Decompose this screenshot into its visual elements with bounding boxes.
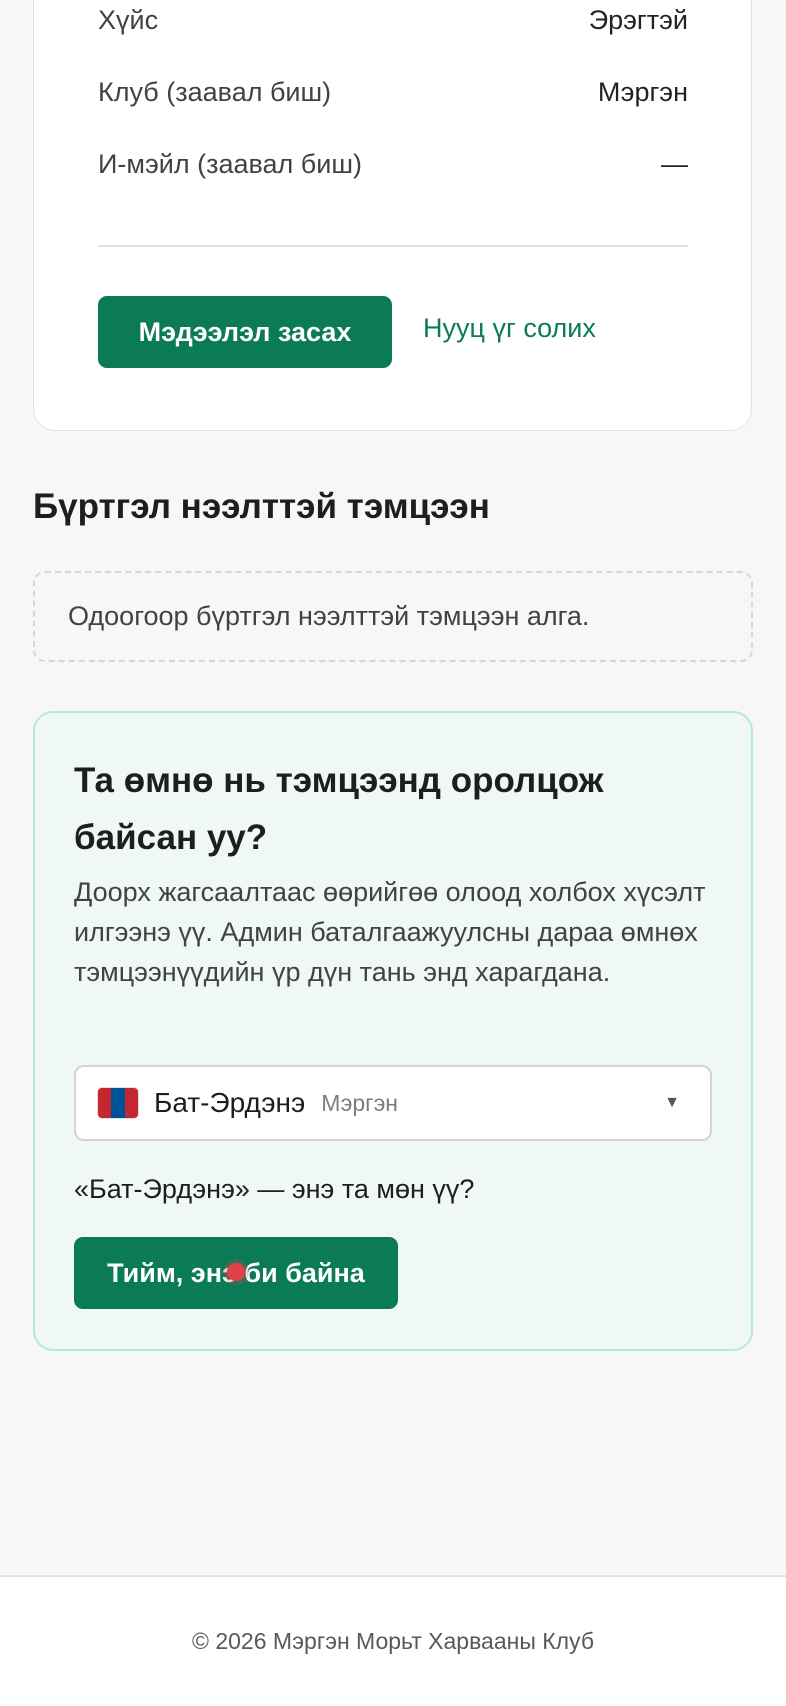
footer: © 2026 Мэргэн Морьт Харвааны Клуб xyxy=(0,1575,786,1706)
empty-text: Одоогоор бүртгэл нээлттэй тэмцээн алга. xyxy=(68,601,590,631)
profile-row-gender: Хүйс Эрэгтэй xyxy=(98,0,688,40)
row-label: И-мэйл (заавал биш) xyxy=(98,148,362,179)
change-password-link[interactable]: Нууц үг солих xyxy=(423,313,596,344)
chevron-down-icon: ▼ xyxy=(664,1094,680,1111)
row-label: Хүйс xyxy=(98,4,159,35)
empty-registrations-notice: Одоогоор бүртгэл нээлттэй тэмцээн алга. xyxy=(33,571,753,662)
mongolia-flag-icon xyxy=(98,1088,138,1118)
claim-title: Та өмнө нь тэмцээнд оролцож байсан уу? xyxy=(74,761,604,857)
confirm-question: «Бат-Эрдэнэ» — энэ та мөн үү? xyxy=(74,1174,475,1204)
selected-archer-name: Бат-Эрдэнэ xyxy=(154,1087,306,1118)
row-value: Мэргэн xyxy=(597,76,688,107)
edit-profile-button[interactable]: Мэдээлэл засах xyxy=(98,296,392,368)
footer-copyright: © 2026 Мэргэн Морьт Харвааны Клуб xyxy=(191,1628,594,1654)
row-value: — xyxy=(661,148,688,179)
cursor-indicator xyxy=(227,1263,245,1281)
open-registrations-heading: Бүртгэл нээлттэй тэмцээн xyxy=(33,487,490,526)
selected-archer-club: Мэргэн xyxy=(321,1089,399,1116)
claim-description: Доорх жагсаалтаас өөрийгөө олоод холбох … xyxy=(74,877,706,987)
row-label: Клуб (заавал биш) xyxy=(98,76,332,107)
profile-row-club: Клуб (заавал биш) Мэргэн xyxy=(98,72,688,112)
divider xyxy=(98,245,688,247)
archer-select[interactable]: Бат-Эрдэнэ Мэргэн ▼ xyxy=(74,1065,712,1141)
row-value: Эрэгтэй xyxy=(588,4,688,35)
profile-row-email: И-мэйл (заавал биш) — xyxy=(98,144,688,184)
